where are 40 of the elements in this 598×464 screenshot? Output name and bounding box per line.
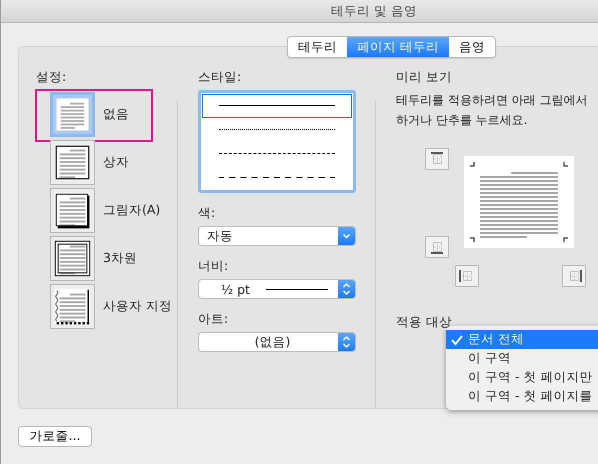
line-style-option[interactable] [202, 94, 352, 118]
setting-option-label[interactable]: 3차원 [103, 250, 137, 266]
border-toggle-icon[interactable] [425, 236, 449, 258]
horizontal-line-button[interactable]: 가로줄... [18, 426, 92, 447]
instruction-text: 하거나 단추를 누르세요. [396, 112, 528, 129]
page-border-icon[interactable] [50, 236, 95, 280]
apply-to-label: 적용 대상 [396, 314, 452, 331]
preview-label: 미리 보기 [396, 69, 453, 86]
window-title: 테두리 및 음영 [331, 2, 417, 20]
setting-option-label[interactable]: 그림자(A) [103, 202, 160, 218]
border-toggle-icon[interactable] [425, 148, 449, 170]
color-select[interactable]: 자동 [198, 226, 356, 246]
stepper-icon [338, 280, 355, 298]
menu-item[interactable]: 이 구역 - 첫 페이지를 [446, 387, 598, 406]
stepper-icon [338, 333, 355, 351]
menu-item[interactable]: 이 구역 [446, 349, 598, 368]
page-border-icon[interactable] [50, 140, 95, 184]
line-style-list[interactable] [198, 90, 356, 193]
setting-option-label[interactable]: 없음 [103, 106, 129, 122]
border-toggle-icon[interactable] [455, 265, 479, 287]
setting-label: 설정: [36, 69, 68, 86]
instruction-text: 테두리를 적용하려면 아래 그림에서 [396, 92, 588, 109]
page-border-icon[interactable] [50, 188, 95, 232]
art-select[interactable]: (없음) [198, 332, 356, 352]
width-label: 너비: [198, 258, 230, 275]
setting-option-label[interactable]: 사용자 지정 [103, 298, 172, 314]
checkmark-icon [450, 334, 464, 346]
border-toggle-icon[interactable] [562, 265, 586, 287]
style-label: 스타일: [198, 69, 242, 86]
tab[interactable]: 음영 [448, 37, 495, 57]
tab[interactable]: 테두리 [288, 37, 347, 57]
art-label: 아트: [198, 311, 230, 328]
page-border-icon[interactable] [50, 284, 95, 328]
chevron-down-icon [338, 227, 355, 245]
line-sample [266, 288, 328, 290]
setting-option-label[interactable]: 상자 [103, 154, 129, 170]
color-label: 색: [198, 205, 216, 222]
width-select[interactable]: ½ pt [198, 279, 356, 299]
menu-item[interactable]: 문서 전체 [446, 330, 598, 349]
menu-item[interactable]: 이 구역 - 첫 페이지만 [446, 368, 598, 387]
